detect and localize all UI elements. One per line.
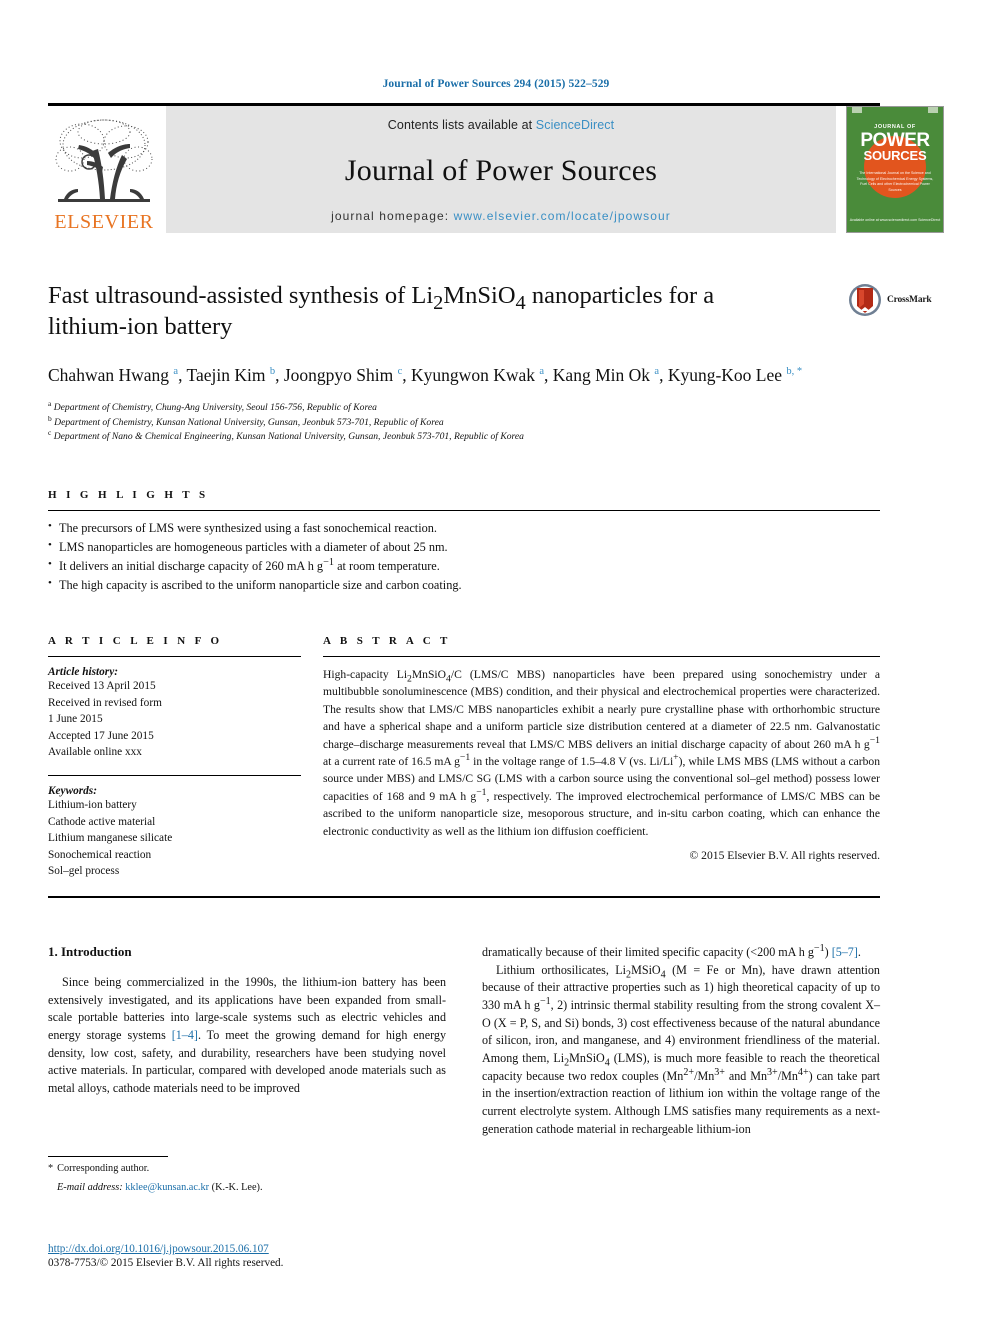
corresponding-author-line: * Corresponding author.	[48, 1161, 446, 1176]
corresponding-author-footnote: * Corresponding author. E-mail address: k…	[48, 1156, 446, 1196]
sciencedirect-link[interactable]: ScienceDirect	[536, 118, 614, 132]
email-line: E-mail address: kklee@kunsan.ac.kr (K.-K…	[48, 1180, 446, 1195]
abstract-copyright: © 2015 Elsevier B.V. All rights reserved…	[689, 848, 880, 862]
citation-link[interactable]: [5–7]	[832, 945, 858, 959]
author-mark: b, *	[786, 365, 803, 377]
email-link[interactable]: kklee@kunsan.ac.kr	[125, 1182, 209, 1193]
history-item: Received 13 April 2015	[48, 680, 156, 693]
keyword-item: Sol–gel process	[48, 865, 120, 878]
cover-power: POWER	[860, 130, 930, 151]
journal-masthead: ELSEVIER Contents lists available at Sci…	[48, 106, 944, 233]
history-item: Available online xxx	[48, 746, 142, 759]
paragraph: dramatically because of their limited sp…	[482, 942, 861, 959]
highlights-list: The precursors of LMS were synthesized u…	[48, 518, 880, 595]
abstract-heading: A B S T R A C T	[323, 635, 451, 648]
article-info-rule	[48, 656, 301, 658]
author-mark: a	[173, 365, 179, 377]
contents-label: Contents lists available at	[387, 118, 536, 132]
history-item: 1 June 2015	[48, 713, 103, 726]
list-item: LMS nanoparticles are homogeneous partic…	[48, 537, 880, 557]
doi-link[interactable]: http://dx.doi.org/10.1016/j.jpowsour.201…	[48, 1243, 468, 1255]
author-mark: a	[539, 365, 545, 377]
section-heading-introduction: 1. Introduction	[48, 943, 132, 959]
elsevier-wordmark: ELSEVIER	[54, 211, 154, 233]
abstract-section: A B S T R A C T High-capacity Li2MnSiO4/…	[323, 635, 880, 880]
list-item: The precursors of LMS were synthesized u…	[48, 518, 880, 538]
homepage-label: journal homepage:	[331, 209, 454, 223]
body-column-right: dramatically because of their limited sp…	[482, 942, 881, 1138]
article-info-section: A R T I C L E I N F O Article history: R…	[48, 635, 323, 880]
keyword-item: Lithium manganese silicate	[48, 832, 173, 845]
affiliation-item: b Department of Chemistry, Kunsan Nation…	[48, 413, 944, 431]
affiliation-list: a Department of Chemistry, Chung-Ang Uni…	[48, 398, 944, 445]
abstract-rule	[323, 656, 880, 658]
crossmark-icon	[849, 284, 881, 316]
author-mark: c	[397, 365, 403, 377]
cover-top-marks	[847, 107, 943, 114]
crossmark-label: CrossMark	[887, 295, 932, 305]
footnote-rule	[48, 1156, 168, 1157]
journal-title: Journal of Power Sources	[344, 153, 658, 187]
paragraph: Lithium orthosilicates, Li2MSiO4 (M = Fe…	[482, 962, 881, 1136]
article-first-page: Journal of Power Sources 294 (2015) 522–…	[0, 0, 992, 1323]
elsevier-logo: ELSEVIER	[48, 106, 160, 233]
cover-footer: Available online at www.sciencedirect.co…	[849, 217, 941, 222]
affiliation-mark: c	[48, 428, 52, 438]
author-mark: a	[654, 365, 660, 377]
citation-link[interactable]: [1–4]	[172, 1028, 198, 1042]
list-item: It delivers an initial discharge capacit…	[48, 556, 880, 576]
affiliation-item: c Department of Nano & Chemical Engineer…	[48, 428, 944, 445]
article-history-label: Article history:	[48, 666, 118, 679]
keyword-item: Lithium-ion battery	[48, 798, 137, 811]
highlights-section: H I G H L I G H T S The precursors of LM…	[48, 489, 880, 595]
article-info-heading: A R T I C L E I N F O	[48, 635, 223, 648]
affiliation-text: Department of Nano & Chemical Engineerin…	[53, 431, 524, 443]
journal-cover-thumbnail: JOURNAL OF POWER SOURCES The Internation…	[846, 106, 944, 233]
elsevier-tree-icon	[55, 119, 153, 202]
cover-issue-mark	[928, 107, 938, 113]
cover-logo-mark	[852, 107, 862, 113]
affiliation-mark: a	[48, 398, 52, 408]
journal-homepage-line: journal homepage: www.elsevier.com/locat…	[331, 209, 671, 223]
keywords-separator-rule	[48, 774, 301, 776]
author-mark: b	[269, 365, 276, 377]
keyword-item: Cathode active material	[48, 815, 156, 828]
cover-text-block: JOURNAL OF POWER SOURCES The Internation…	[847, 124, 943, 193]
title-column: Fast ultrasound-assisted synthesis of Li…	[48, 281, 848, 343]
email-label: E-mail address:	[57, 1182, 123, 1194]
body-column-left: 1. Introduction Since being commercializ…	[48, 944, 446, 1138]
paragraph: Since being commercialized in the 1990s,…	[48, 974, 446, 1095]
affiliation-mark: b	[48, 413, 52, 423]
doi-block: http://dx.doi.org/10.1016/j.jpowsour.201…	[48, 1243, 468, 1269]
affiliation-item: a Department of Chemistry, Chung-Ang Uni…	[48, 398, 944, 416]
issn-copyright-line: 0378-7753/© 2015 Elsevier B.V. All right…	[48, 1257, 284, 1269]
sciencedirect-band: Contents lists available at ScienceDirec…	[166, 106, 836, 233]
affiliation-text: Department of Chemistry, Chung-Ang Unive…	[53, 402, 377, 414]
author-list: Chahwan Hwang a, Taejin Kim b, Joongpyo …	[48, 364, 803, 385]
page-title: Fast ultrasound-assisted synthesis of Li…	[48, 282, 715, 340]
keywords-label: Keywords:	[48, 784, 97, 797]
list-item: The high capacity is ascribed to the uni…	[48, 575, 880, 595]
info-abstract-row: A R T I C L E I N F O Article history: R…	[48, 635, 880, 880]
abstract-bottom-rule	[48, 895, 880, 898]
email-owner: (K.-K. Lee).	[211, 1182, 263, 1194]
journal-homepage-link[interactable]: www.elsevier.com/locate/jpowsour	[454, 209, 671, 223]
highlights-heading: H I G H L I G H T S	[48, 488, 209, 501]
abstract-text: High-capacity Li2MnSiO4/C (LMS/C MBS) na…	[323, 668, 880, 838]
history-item: Accepted 17 June 2015	[48, 729, 154, 742]
body-columns: 1. Introduction Since being commercializ…	[48, 942, 881, 1138]
cover-blurb: The International Journal on the Science…	[856, 171, 934, 192]
running-head: Journal of Power Sources 294 (2015) 522–…	[382, 78, 610, 90]
footnote-star: *	[48, 1163, 54, 1174]
keyword-item: Sonochemical reaction	[48, 848, 152, 861]
crossmark-badge[interactable]: CrossMark	[848, 283, 944, 317]
corresponding-author-label: Corresponding author.	[57, 1163, 150, 1174]
highlights-rule	[48, 509, 880, 511]
affiliation-text: Department of Chemistry, Kunsan National…	[54, 416, 444, 428]
contents-line: Contents lists available at ScienceDirec…	[388, 118, 614, 132]
title-row: Fast ultrasound-assisted synthesis of Li…	[48, 281, 944, 343]
cover-sources: SOURCES	[863, 148, 927, 164]
history-item: Received in revised form	[48, 696, 162, 709]
